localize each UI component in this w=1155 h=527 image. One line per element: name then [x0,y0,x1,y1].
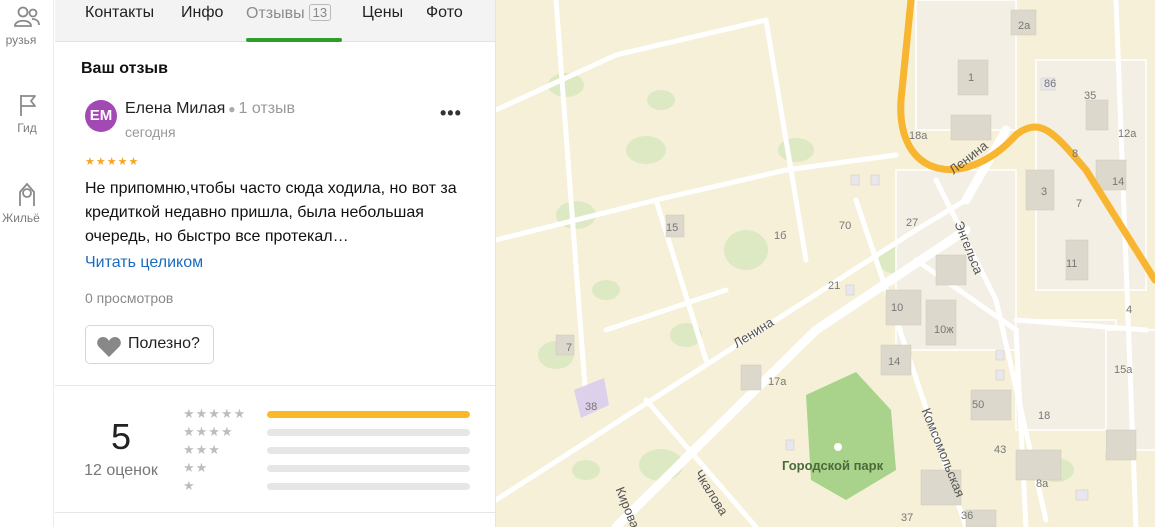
house-number-label: 86 [1044,78,1057,90]
house-number-label: 15а [1114,364,1133,376]
house-number-label: 4 [1126,304,1133,316]
house-number-label: 18 [1038,410,1051,422]
house-number-label: 3 [1041,186,1048,198]
house-number-label: 8 [1072,148,1079,160]
review-author-line: Елена Милая ● 1 отзыв [125,100,295,118]
rating-bar [267,429,470,436]
separator-dot: ● [228,102,236,116]
house-number-label: 11 [1066,258,1078,270]
tab-prices[interactable]: Цены [362,4,403,22]
tab-contacts[interactable]: Контакты [85,4,154,22]
tab-info[interactable]: Инфо [181,4,223,22]
place-panel: Контакты Инфо Отзывы 13 Цены Фото Ваш отз… [55,0,496,527]
avatar[interactable]: ЕМ [85,100,117,132]
rating-bar [267,447,470,454]
divider [55,512,495,513]
house-number-label: 10 [891,302,904,314]
house-number-label: 8а [1036,478,1049,490]
house-number-label: 15 [666,222,679,234]
park-label[interactable]: Городской парк [782,458,883,473]
author-name[interactable]: Елена Милая [125,100,225,117]
screen: рузья Гид Жильё Контакты Инфо Отзывы 13 Ц… [0,0,1155,527]
tab-reviews-count: 13 [308,4,332,21]
house-number-label: 7 [1076,198,1083,210]
house-icon [19,182,35,206]
tab-bar: Контакты Инфо Отзывы 13 Цены Фото [55,0,495,42]
star-icon: ★★★★ [183,424,234,439]
review-text: Не припомню,чтобы часто сюда ходила, но … [85,180,457,245]
house-number-label: 18а [909,130,928,142]
city-park [806,372,896,500]
rail-label-friends: рузья [5,33,37,47]
divider [55,385,495,386]
star-icon: ★★ [183,460,209,475]
house-number-label: 10ж [934,324,954,336]
more-options-icon[interactable]: ••• [440,104,462,122]
tab-photos[interactable]: Фото [426,4,463,22]
rail-item-housing[interactable]: Жильё [0,178,54,225]
house-number-label: 35 [1084,90,1097,102]
house-number-label: 43 [994,444,1007,456]
house-number-label: 38 [585,401,598,413]
rating-bar [267,465,470,472]
house-number-label: 21 [828,280,841,292]
views-count: 0 просмотров [85,290,174,306]
tab-reviews[interactable]: Отзывы 13 [246,4,332,23]
house-number-label: 70 [839,220,852,232]
average-score: 5 [110,416,132,457]
read-more-link[interactable]: Читать целиком [85,254,203,272]
ratings-count: 12 оценок [84,462,158,479]
map[interactable]: Ленина Ленина Энгельса Комсомольская Чка… [496,0,1155,527]
rail-label-housing: Жильё [2,211,40,225]
rating-bar-fill [267,411,470,418]
house-number-label: 14 [1112,176,1125,188]
star-icon: ★★★★★ [183,406,247,421]
heart-icon [97,337,121,357]
star-icon: ★★★ [183,442,221,457]
park-marker-icon[interactable] [834,443,842,451]
house-number-label: 7 [566,342,573,354]
rating-bar [267,483,470,490]
tab-reviews-label: Отзывы [246,5,305,22]
rail-item-friends[interactable]: рузья [0,4,54,47]
author-review-count: 1 отзыв [238,100,296,117]
friends-icon [14,6,40,27]
useful-label: Полезно? [128,335,200,352]
house-number-label: 2а [1018,20,1031,32]
house-number-label: 1б [774,230,787,242]
rail-label-guide: Гид [17,121,37,135]
review-date: сегодня [125,124,176,140]
star-icon: ★ [183,478,196,493]
house-number-label: 17а [768,376,787,388]
house-number-label: 27 [906,217,919,229]
left-rail: рузья Гид Жильё [0,0,54,527]
house-number-label: 12а [1118,128,1137,140]
house-number-label: 1 [968,72,975,84]
house-number-label: 14 [888,356,901,368]
rail-item-guide[interactable]: Гид [0,92,54,135]
review-rating-stars: ★★★★★ [85,156,140,168]
section-title: Ваш отзыв [81,60,168,77]
house-number-label: 37 [901,512,914,524]
rating-bar [267,411,470,418]
flag-icon [20,95,36,116]
useful-button[interactable]: Полезно? [85,325,214,364]
house-number-label: 36 [961,510,974,522]
active-tab-indicator [246,38,342,42]
house-number-label: 50 [972,399,985,411]
